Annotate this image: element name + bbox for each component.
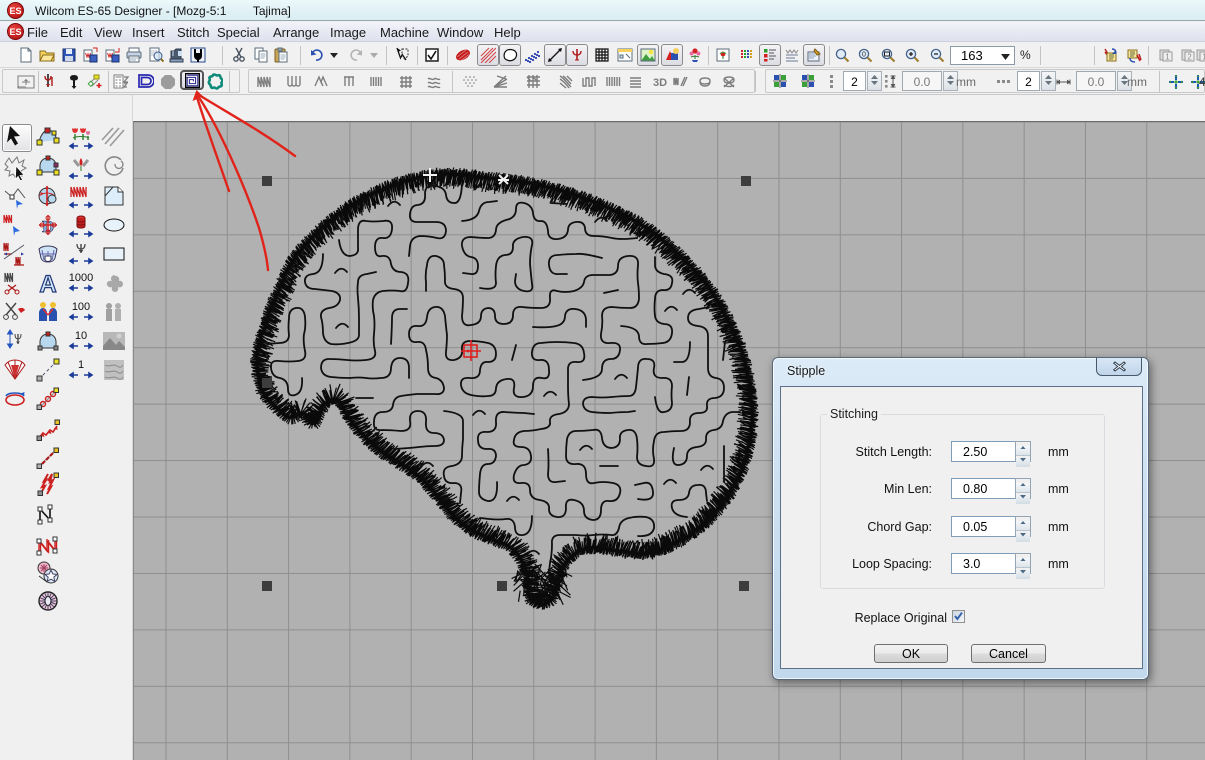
svg-text:1: 1 [1165, 53, 1170, 62]
svg-text:A: A [39, 271, 56, 296]
svg-text:1000: 1000 [69, 272, 93, 284]
svg-text:1: 1 [78, 359, 84, 371]
svg-text:100: 100 [72, 301, 90, 313]
svg-text:10: 10 [75, 330, 87, 342]
svg-text:3D: 3D [653, 77, 667, 89]
svg-text:0: 0 [862, 52, 866, 59]
svg-text:2: 2 [1187, 53, 1192, 62]
